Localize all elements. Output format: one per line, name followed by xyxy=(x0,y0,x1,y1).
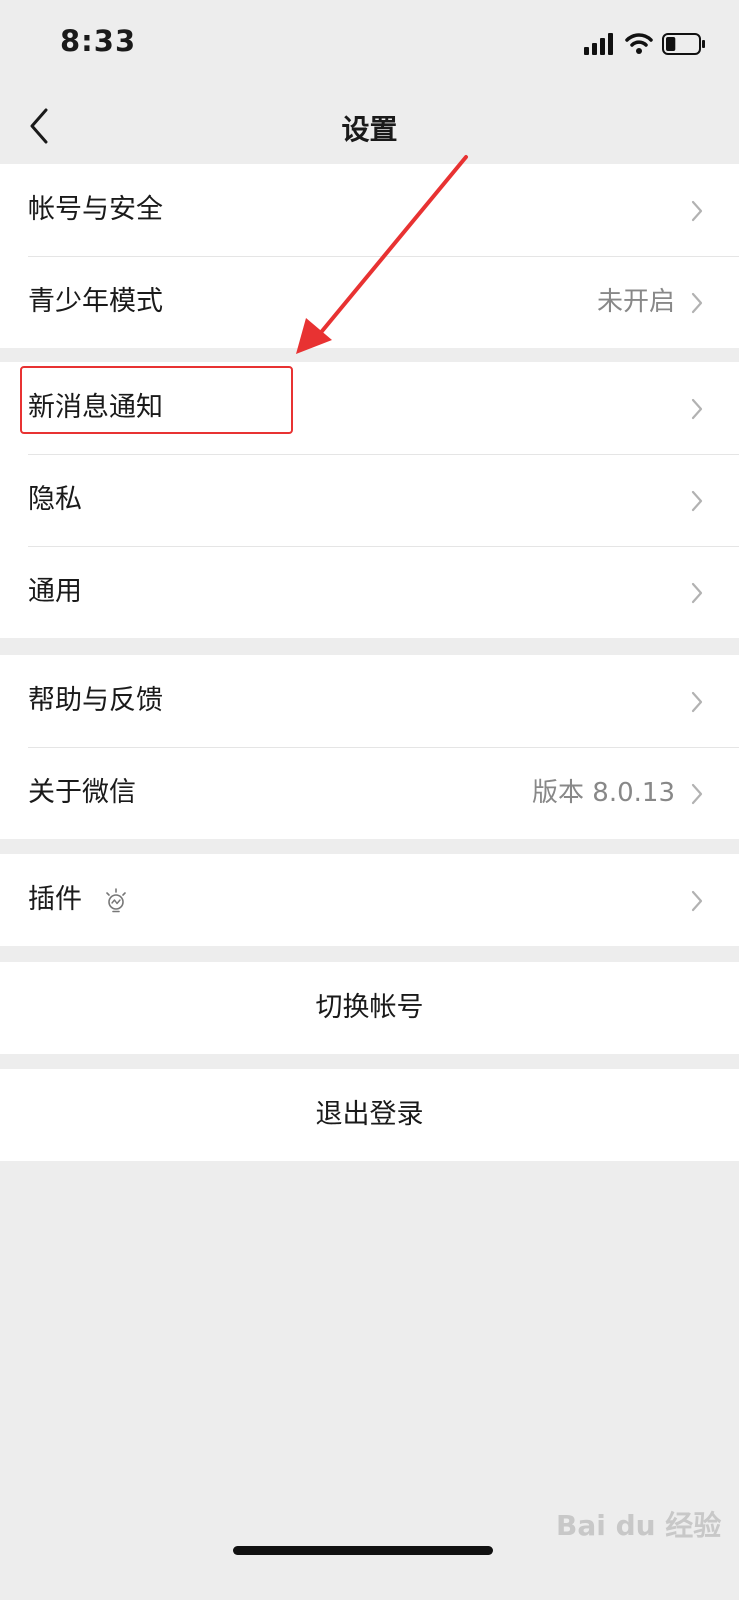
chevron-right-icon xyxy=(691,200,703,222)
settings-group-plugins: 插件 xyxy=(0,854,739,946)
settings-item-label: 青少年模式 xyxy=(28,286,163,317)
settings-item-label: 帮助与反馈 xyxy=(28,685,163,716)
settings-group-account: 帐号与安全 青少年模式 未开启 xyxy=(0,164,739,348)
settings-item-privacy[interactable]: 隐私 xyxy=(0,454,739,546)
settings-item-label: 关于微信 xyxy=(28,777,136,808)
settings-item-about-wechat[interactable]: 关于微信 版本 8.0.13 xyxy=(0,747,739,839)
status-bar: 8:33 xyxy=(0,0,739,90)
plugin-bulb-icon xyxy=(106,888,126,913)
switch-account-group: 切换帐号 xyxy=(0,962,739,1054)
watermark: Bai du 经验 xyxy=(556,1509,722,1542)
page-title: 设置 xyxy=(341,113,398,146)
wifi-icon xyxy=(625,33,653,54)
chevron-right-icon xyxy=(691,398,703,420)
status-time: 8:33 xyxy=(60,24,137,58)
chevron-right-icon xyxy=(691,490,703,512)
settings-item-value: 版本 8.0.13 xyxy=(532,778,675,808)
settings-item-account-security[interactable]: 帐号与安全 xyxy=(0,164,739,256)
settings-item-plugins[interactable]: 插件 xyxy=(0,854,739,946)
nav-bar: 设置 xyxy=(0,90,739,164)
settings-item-value: 未开启 xyxy=(596,287,675,317)
settings-item-help-feedback[interactable]: 帮助与反馈 xyxy=(0,655,739,747)
chevron-right-icon xyxy=(691,783,703,805)
switch-account-button[interactable]: 切换帐号 xyxy=(0,962,739,1054)
switch-account-label: 切换帐号 xyxy=(315,992,424,1023)
battery-icon xyxy=(662,33,705,55)
highlight-box xyxy=(20,366,293,434)
settings-item-label: 帐号与安全 xyxy=(28,194,163,225)
chevron-right-icon xyxy=(691,691,703,713)
settings-group-about: 帮助与反馈 关于微信 版本 8.0.13 xyxy=(0,655,739,839)
chevron-right-icon xyxy=(691,582,703,604)
home-indicator xyxy=(233,1546,493,1555)
logout-button[interactable]: 退出登录 xyxy=(0,1069,739,1161)
logout-group: 退出登录 xyxy=(0,1069,739,1161)
settings-item-general[interactable]: 通用 xyxy=(0,546,739,638)
logout-label: 退出登录 xyxy=(315,1099,424,1130)
settings-item-label: 通用 xyxy=(28,576,82,607)
chevron-right-icon xyxy=(691,890,703,912)
settings-item-teen-mode[interactable]: 青少年模式 未开启 xyxy=(0,256,739,348)
chevron-right-icon xyxy=(691,292,703,314)
signal-bars-icon xyxy=(584,33,613,55)
settings-item-label: 隐私 xyxy=(28,484,82,515)
settings-item-label: 插件 xyxy=(28,884,82,915)
